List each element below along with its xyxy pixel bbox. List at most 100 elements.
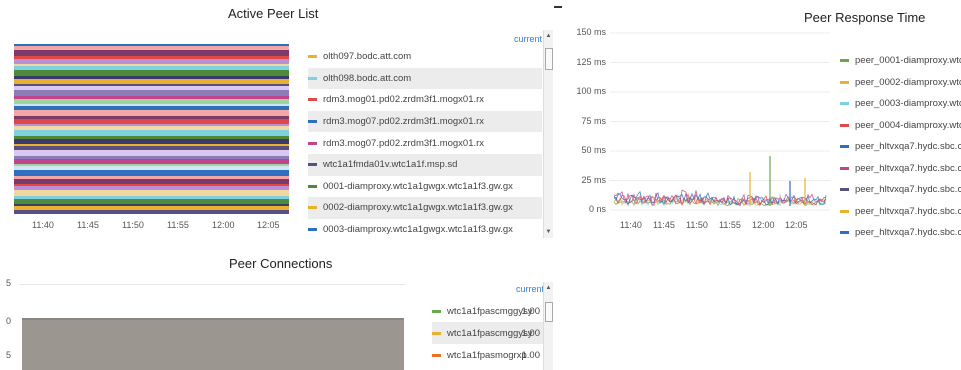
peer-response-time-x-axis: 11:40 11:45 11:50 11:55 12:00 12:05 [610,220,830,232]
series-band [14,150,289,156]
series-band [14,210,289,214]
series-band [14,76,289,79]
series-band [14,166,289,170]
panel-resize-handle[interactable] [554,6,562,8]
series-band [14,130,289,136]
scrollbar-thumb[interactable] [545,48,553,70]
legend-item[interactable]: peer_hltvxqa7.hydc.sbc.co [840,179,961,201]
scroll-up-icon[interactable]: ▲ [544,32,553,40]
peer-connections-legend: wtc1a1fpascmggysy 1.00 wtc1a1fpascmggysy 1.… [432,300,544,370]
scroll-down-icon[interactable]: ▼ [544,228,553,236]
series-band [14,44,289,46]
legend-item[interactable]: wtc1a1fpascmggysy 1.00 [432,300,544,322]
series-band [14,196,289,199]
series-band [14,96,289,99]
legend-item[interactable]: peer_0001-diamproxy.wtc [840,50,961,72]
peer-response-time-legend: peer_0001-diamproxy.wtc peer_0002-diampro… [840,50,961,240]
legend-item[interactable]: peer_0002-diamproxy.wtc [840,72,961,94]
series-band [14,124,289,126]
series-band [14,50,289,56]
legend-swatch [308,163,317,167]
legend-item[interactable]: rdm3.mog07.pd02.zrdm3f1.mogx01.rx [308,110,542,133]
peer-connections-title[interactable]: Peer Connections [229,256,332,271]
series-band [14,110,289,116]
legend-swatch [308,184,317,188]
y-tick-label: 5 [6,278,12,288]
scrollbar-thumb[interactable] [545,302,553,322]
series-band [14,170,289,176]
active-peer-list-legend: olth097.bodc.att.com olth098.bodc.att.com… [308,46,544,240]
legend-label: wtc1a1fpascmggysy [447,327,533,339]
legend-swatch [308,98,317,102]
legend-item[interactable]: rdm3.mog01.pd02.zrdm3f1.mogx01.rx [308,89,542,111]
series-band [14,176,289,179]
series-band [14,146,289,150]
legend-label: peer_hltvxqa7.hydc.sbc.co [855,184,961,196]
y-tick-label: 50 ms [581,145,606,155]
active-peer-list-panel: Active Peer List 11:40 11:45 11:50 11:55 12:… [0,0,560,240]
series-band [14,156,289,159]
peer-connections-gridline [20,284,406,285]
series-band [14,70,289,76]
active-peer-list-x-axis: 11:40 11:45 11:50 11:55 12:00 12:05 [14,220,289,232]
legend-item[interactable]: peer_0004-diamproxy.wtc [840,115,961,137]
peer-connections-scrollbar[interactable]: ▲ [543,282,553,370]
legend-item[interactable]: wtc1a1fpasmogrxp 1.00 [432,344,544,366]
legend-label: peer_0001-diamproxy.wtc [855,55,961,67]
series-band [14,136,289,139]
legend-item[interactable]: olth098.bodc.att.com [308,67,542,90]
legend-item[interactable]: olth097.bodc.att.com [308,46,542,68]
peer-connections-panel: Peer Connections 5 0 5 current wtc1a1fpasc… [0,244,560,370]
series-band [14,104,289,106]
legend-swatch [308,120,317,124]
series-band [14,106,289,110]
legend-swatch [308,228,317,232]
x-tick-label: 11:55 [167,220,189,230]
legend-item[interactable]: 0003-diamproxy.wtc1a1gwgx.wtc1a1f3.gw.gx [308,219,542,240]
legend-item[interactable]: peer_0003-diamproxy.wtc [840,93,961,115]
y-tick-label: 75 ms [581,115,606,126]
series-band [14,56,289,59]
legend-label: rdm3.mog07.pd02.zrdm3f1.mogx01.rx [323,137,485,149]
active-peer-list-legend-header[interactable]: current [514,34,544,46]
legend-swatch [308,206,317,210]
peer-response-time-title[interactable]: Peer Response Time [804,10,925,25]
series-band [14,119,289,124]
scroll-up-icon[interactable]: ▲ [544,284,553,292]
legend-item[interactable]: peer_hltvxqa7.hydc.sbc.co [840,158,961,180]
legend-label: rdm3.mog01.pd02.zrdm3f1.mogx01.rx [323,94,485,106]
legend-item[interactable]: rdm3.mog07.pd02.zrdm3f1.mogx01.rx [308,132,542,154]
legend-label: olth098.bodc.att.com [323,72,412,84]
series-band [14,59,289,64]
peer-response-time-panel: Peer Response Time 150 ms 125 ms 100 ms 75 … [566,0,961,240]
legend-item[interactable]: peer_hltvxqa7.hydc.sbc.co [840,222,961,240]
active-peer-list-scrollbar[interactable]: ▲ ▼ [543,30,553,238]
legend-item[interactable]: wtc1a1fmda01v.wtc1a1f.msp.sd [308,154,542,176]
y-tick-label: 0 [6,316,12,326]
x-tick-label: 12:05 [785,220,808,230]
legend-value: 1.00 [521,327,541,339]
legend-swatch [308,76,317,80]
legend-item[interactable]: 0001-diamproxy.wtc1a1gwgx.wtc1a1f3.gw.gx [308,176,542,198]
peer-connections-area [22,318,404,370]
series-band [14,86,289,90]
x-tick-label: 12:00 [752,220,775,230]
peer-connections-legend-header[interactable]: current [516,284,546,296]
x-tick-label: 11:45 [77,220,99,230]
legend-swatch [840,123,849,127]
series-band [14,204,289,206]
y-tick-label: 100 ms [576,86,606,96]
active-peer-list-title[interactable]: Active Peer List [228,6,318,21]
legend-swatch [840,102,849,106]
series-band [14,190,289,196]
series-band [14,46,289,50]
legend-label: 0001-diamproxy.wtc1a1gwgx.wtc1a1f3.gw.gx [323,180,513,192]
legend-item[interactable]: wtc1a1fpascmggysy 1.00 [432,322,544,344]
legend-item[interactable]: peer_hltvxqa7.hydc.sbc.co [840,201,961,223]
legend-item[interactable]: peer_hltvxqa7.hydc.sbc.co [840,136,961,158]
peer-connections-y-axis: 5 0 5 [0,244,20,370]
legend-swatch [840,145,849,149]
y-tick-label: 125 ms [576,56,606,67]
legend-item[interactable]: 0002-diamproxy.wtc1a1gwgx.wtc1a1f3.gw.gx [308,197,542,219]
legend-label: rdm3.mog07.pd02.zrdm3f1.mogx01.rx [323,116,485,128]
